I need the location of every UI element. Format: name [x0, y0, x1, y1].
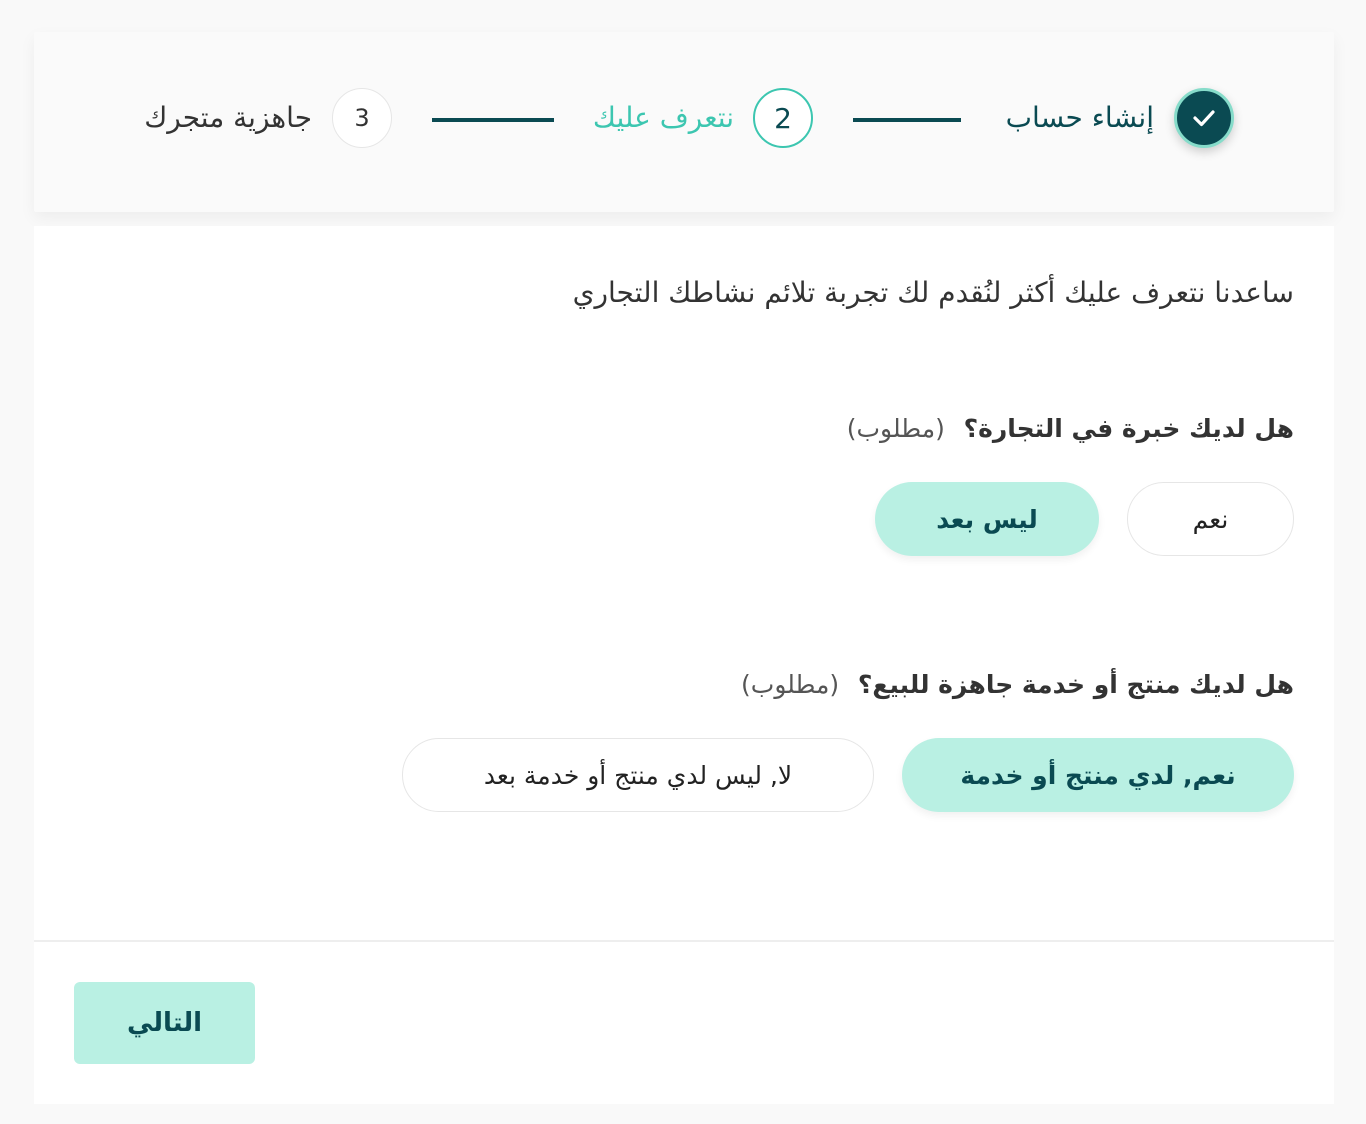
question-trade-experience: هل لديك خبرة في التجارة؟ (مطلوب): [847, 414, 1294, 443]
option-yes-experience[interactable]: نعم: [1127, 482, 1294, 556]
question-text: هل لديك خبرة في التجارة؟: [963, 414, 1294, 443]
progress-stepper: إنشاء حساب 2 نتعرف عليك 3 جاهزية متجرك: [34, 32, 1334, 212]
check-icon: [1193, 110, 1215, 127]
option-not-yet-experience[interactable]: ليس بعد: [875, 482, 1099, 556]
step-3-indicator: 3: [332, 88, 392, 148]
step-connector-1: [853, 118, 961, 122]
required-label: (مطلوب): [846, 414, 945, 443]
step-1-complete-indicator: [1174, 88, 1234, 148]
onboarding-form: ساعدنا نتعرف عليك أكثر لنُقدم لك تجربة ت…: [34, 226, 1334, 1104]
step-2-label: نتعرف عليك: [592, 101, 734, 134]
footer-divider: [34, 940, 1334, 942]
next-button[interactable]: التالي: [74, 982, 255, 1064]
option-has-product[interactable]: نعم, لدي منتج أو خدمة: [902, 738, 1294, 812]
option-no-product[interactable]: لا, ليس لدي منتج أو خدمة بعد: [402, 738, 874, 812]
question-product-ready: هل لديك منتج أو خدمة جاهزة للبيع؟ (مطلوب…: [741, 670, 1294, 699]
step-2-indicator: 2: [753, 88, 813, 148]
step-1-label: إنشاء حساب: [1005, 101, 1154, 134]
step-3-label: جاهزية متجرك: [144, 101, 312, 134]
step-connector-2: [432, 118, 554, 122]
required-label: (مطلوب): [741, 670, 840, 699]
intro-text: ساعدنا نتعرف عليك أكثر لنُقدم لك تجربة ت…: [572, 276, 1294, 309]
question-text: هل لديك منتج أو خدمة جاهزة للبيع؟: [857, 670, 1294, 699]
